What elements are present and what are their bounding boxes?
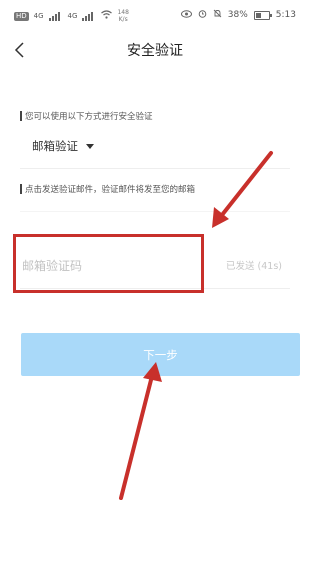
signal-label-1: 4G (33, 12, 44, 20)
arrow-to-input (212, 151, 273, 228)
verify-instruction-text: 您可以使用以下方式进行安全验证 (25, 112, 153, 122)
instruction-marker (20, 111, 22, 121)
network-badge: HD (14, 11, 29, 21)
battery-percent: 38% (227, 10, 248, 20)
divider (20, 168, 290, 169)
signal-label-2: 4G (67, 12, 78, 20)
page-title: 安全验证 (127, 43, 183, 59)
annotation-highlight-box (13, 234, 204, 293)
arrow-to-next-button (119, 362, 162, 500)
wifi-icon (101, 10, 113, 22)
instruction-marker-2 (20, 184, 22, 194)
network-speed: 148 K/s (117, 9, 128, 23)
verify-method-value: 邮箱验证 (32, 139, 78, 153)
alarm-icon (198, 9, 207, 21)
divider-2 (20, 211, 290, 212)
speed-unit: K/s (118, 16, 128, 23)
signal-icon-2 (82, 11, 96, 21)
speed-value: 148 (117, 9, 129, 16)
send-instruction-text: 点击发送验证邮件，验证邮件将发至您的邮箱 (25, 185, 196, 195)
mute-icon (213, 9, 222, 21)
clock-time: 5:13 (275, 10, 296, 20)
verify-instruction: 您可以使用以下方式进行安全验证 (20, 110, 153, 122)
caret-down-icon (86, 143, 94, 149)
battery-icon (253, 10, 272, 20)
next-button[interactable]: 下一步 (21, 333, 300, 376)
resend-countdown: 已发送 (41s) (226, 261, 282, 272)
signal-icon (48, 11, 63, 21)
status-left: HD 4G 4G 148 K/s (14, 9, 129, 23)
status-right: 38% 5:13 (180, 9, 296, 21)
verify-method-dropdown[interactable]: 邮箱验证 (32, 138, 94, 154)
send-instruction: 点击发送验证邮件，验证邮件将发至您的邮箱 (20, 183, 195, 195)
status-bar: HD 4G 4G 148 K/s 38% 5:13 (0, 0, 310, 30)
eye-icon (180, 9, 192, 21)
